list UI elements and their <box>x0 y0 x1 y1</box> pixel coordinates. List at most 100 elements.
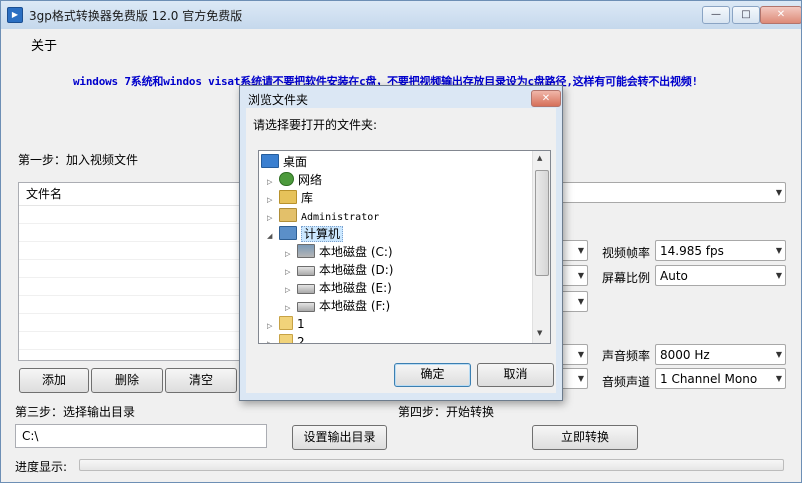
browse-folder-dialog: 浏览文件夹 ✕ 请选择要打开的文件夹: 桌面 ▷ 网络 ▷ 库 ▷ Administr… <box>239 85 563 401</box>
tree-item-label: 1 <box>297 317 305 331</box>
desktop-icon <box>261 154 279 168</box>
frame-rate-value: 14.985 fps <box>660 244 724 258</box>
audio-bitrate-select[interactable]: ▼ <box>559 344 588 365</box>
tree-item-label: 桌面 <box>283 155 308 169</box>
maximize-button[interactable]: □ <box>732 6 760 24</box>
audio-rate-select[interactable]: 8000 Hz ▼ <box>655 344 786 365</box>
tree-item-label: 计算机 <box>301 226 344 242</box>
video-size-select[interactable]: ▼ <box>559 240 588 261</box>
audio-codec-select[interactable]: ▼ <box>559 368 588 389</box>
list-row[interactable] <box>19 332 240 350</box>
tree-item-label: 本地磁盘 (E:) <box>319 281 392 295</box>
collapse-icon[interactable]: ◢ <box>267 228 279 245</box>
step4-label: 第四步：开始转换 <box>398 405 495 419</box>
file-list-header: 文件名 <box>19 183 240 206</box>
tree-item-desktop[interactable]: 桌面 <box>261 154 307 171</box>
chevron-down-icon: ▼ <box>775 374 782 383</box>
add-button[interactable]: 添加 <box>19 368 89 393</box>
close-button[interactable]: ✕ <box>760 6 801 24</box>
list-row[interactable] <box>19 314 240 332</box>
system-drive-icon <box>297 244 315 258</box>
list-row[interactable] <box>19 206 240 224</box>
folder-tree[interactable]: 桌面 ▷ 网络 ▷ 库 ▷ Administrator ◢ 计算机 ▷ 本地磁盘 (C:) <box>258 150 551 344</box>
clear-button[interactable]: 清空 <box>165 368 237 393</box>
tree-item-label: 本地磁盘 (F:) <box>319 299 391 313</box>
dialog-prompt: 请选择要打开的文件夹: <box>253 118 378 132</box>
chevron-down-icon: ▼ <box>577 297 584 306</box>
list-row[interactable] <box>19 296 240 314</box>
expand-icon[interactable]: ▷ <box>285 264 297 281</box>
dialog-body: 请选择要打开的文件夹: 桌面 ▷ 网络 ▷ 库 ▷ Administrator ◢ 计算… <box>246 108 556 393</box>
chevron-down-icon: ▼ <box>775 271 782 280</box>
list-row[interactable] <box>19 242 240 260</box>
audio-channel-select[interactable]: 1 Channel Mono ▼ <box>655 368 786 389</box>
audio-channel-label: 音频声道 <box>602 375 651 389</box>
tree-item-computer[interactable]: ◢ 计算机 <box>267 226 344 245</box>
set-output-dir-button[interactable]: 设置输出目录 <box>292 425 387 450</box>
audio-channel-value: 1 Channel Mono <box>660 372 758 386</box>
tree-item-library[interactable]: ▷ 库 <box>267 190 313 207</box>
progress-label: 进度显示: <box>15 460 68 474</box>
chevron-down-icon: ▼ <box>775 246 782 255</box>
computer-icon <box>279 226 297 240</box>
dialog-title: 浏览文件夹 <box>248 93 309 107</box>
tree-item-administrator[interactable]: ▷ Administrator <box>267 208 379 225</box>
scrollbar-thumb[interactable] <box>535 170 549 276</box>
frame-rate-label: 视频帧率 <box>602 246 651 260</box>
aspect-ratio-select[interactable]: Auto ▼ <box>655 265 786 286</box>
convert-now-button[interactable]: 立即转换 <box>532 425 638 450</box>
tree-item-label: Administrator <box>301 212 380 223</box>
video-codec-select[interactable]: ▼ <box>559 291 588 312</box>
tree-item-drive-e[interactable]: ▷ 本地磁盘 (E:) <box>285 280 392 297</box>
dialog-close-button[interactable]: ✕ <box>531 90 561 107</box>
menu-about[interactable]: 关于 <box>31 35 57 54</box>
frame-rate-select[interactable]: 14.985 fps ▼ <box>655 240 786 261</box>
tree-item-drive-d[interactable]: ▷ 本地磁盘 (D:) <box>285 262 393 279</box>
tree-item-folder-1[interactable]: ▷ 1 <box>267 316 305 333</box>
aspect-ratio-label: 屏幕比例 <box>602 271 651 285</box>
expand-icon[interactable]: ▷ <box>285 246 297 263</box>
list-row[interactable] <box>19 224 240 242</box>
output-path-field[interactable]: C:\ <box>15 424 267 448</box>
expand-icon[interactable]: ▷ <box>267 318 279 335</box>
minimize-button[interactable]: — <box>702 6 730 24</box>
expand-icon[interactable]: ▷ <box>285 282 297 299</box>
video-bitrate-select[interactable]: ▼ <box>559 265 588 286</box>
tree-item-label: 本地磁盘 (C:) <box>319 245 393 259</box>
remove-button[interactable]: 删除 <box>91 368 163 393</box>
dialog-ok-button[interactable]: 确定 <box>394 363 471 387</box>
format-select[interactable]: ▼ <box>559 182 786 203</box>
aspect-ratio-value: Auto <box>660 269 688 283</box>
user-folder-icon <box>279 208 297 222</box>
tree-item-drive-c[interactable]: ▷ 本地磁盘 (C:) <box>285 244 393 261</box>
dialog-cancel-button[interactable]: 取消 <box>477 363 554 387</box>
step1-label: 第一步：加入视频文件 <box>18 153 139 167</box>
tree-scrollbar[interactable]: ▲ ▼ <box>532 151 550 343</box>
chevron-down-icon: ▼ <box>577 271 584 280</box>
folder-icon <box>279 316 293 330</box>
expand-icon[interactable]: ▷ <box>267 192 279 209</box>
expand-icon[interactable]: ▷ <box>267 210 279 227</box>
main-window: ▶ 3gp格式转换器免费版 12.0 官方免费版 — □ ✕ 关于 window… <box>0 0 802 483</box>
title-bar[interactable]: ▶ 3gp格式转换器免费版 12.0 官方免费版 — □ ✕ <box>1 1 801 29</box>
expand-icon[interactable]: ▷ <box>267 174 279 191</box>
scroll-down-icon[interactable]: ▼ <box>537 329 542 337</box>
tree-item-label: 2 <box>297 335 305 344</box>
list-row[interactable] <box>19 278 240 296</box>
tree-item-drive-f[interactable]: ▷ 本地磁盘 (F:) <box>285 298 390 315</box>
window-title: 3gp格式转换器免费版 12.0 官方免费版 <box>29 9 243 23</box>
tree-item-network[interactable]: ▷ 网络 <box>267 172 322 189</box>
chevron-down-icon: ▼ <box>775 350 782 359</box>
file-list[interactable]: 文件名 <box>18 182 241 361</box>
drive-icon <box>297 266 315 276</box>
audio-rate-label: 声音频率 <box>602 349 651 363</box>
expand-icon[interactable]: ▷ <box>267 336 279 343</box>
scroll-up-icon[interactable]: ▲ <box>537 154 542 162</box>
app-icon: ▶ <box>7 7 23 23</box>
expand-icon[interactable]: ▷ <box>285 300 297 317</box>
tree-item-folder-2[interactable]: ▷ 2 <box>267 334 305 344</box>
folder-icon <box>279 334 293 343</box>
list-row[interactable] <box>19 260 240 278</box>
chevron-down-icon: ▼ <box>775 188 782 197</box>
progress-bar <box>79 459 784 471</box>
